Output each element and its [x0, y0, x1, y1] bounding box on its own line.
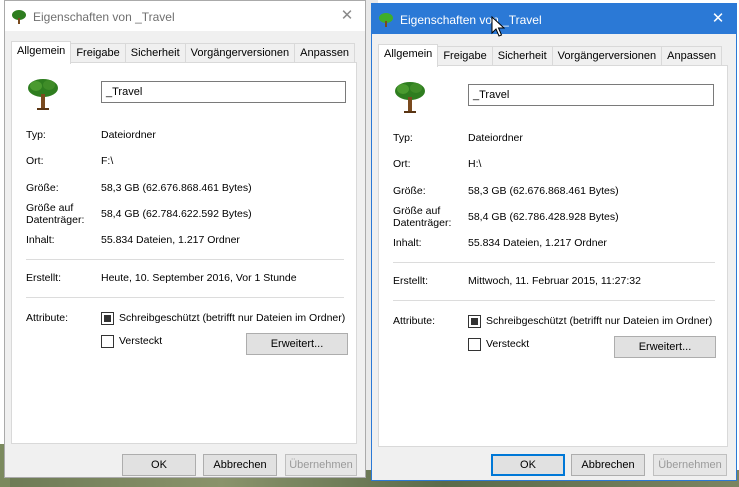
ok-button[interactable]: OK: [122, 454, 196, 476]
type-label: Typ:: [26, 129, 46, 141]
tree-folder-icon: [379, 13, 393, 27]
hidden-checkbox[interactable]: [101, 335, 114, 348]
cancel-button[interactable]: Abbrechen: [571, 454, 645, 476]
contents-label: Inhalt:: [393, 237, 422, 249]
type-value: Dateiordner: [101, 129, 156, 141]
folder-name-input[interactable]: _Travel: [468, 84, 714, 106]
tab-vorgaengerversionen[interactable]: Vorgängerversionen: [184, 43, 296, 63]
close-icon[interactable]: ✕: [337, 7, 357, 25]
tab-sicherheit[interactable]: Sicherheit: [491, 46, 553, 66]
size-label: Größe:: [26, 182, 59, 194]
readonly-checkbox[interactable]: [101, 312, 114, 325]
advanced-button[interactable]: Erweitert...: [614, 336, 716, 358]
tab-panel-allgemein: _Travel Typ: Dateiordner Ort: H:\ Größe:…: [378, 65, 728, 447]
tab-strip: Allgemein Freigabe Sicherheit Vorgängerv…: [378, 44, 723, 67]
readonly-checkbox[interactable]: [468, 315, 481, 328]
ok-button[interactable]: OK: [491, 454, 565, 476]
type-label: Typ:: [393, 132, 413, 144]
created-label: Erstellt:: [26, 272, 62, 284]
attributes-label: Attribute:: [393, 315, 436, 327]
created-label: Erstellt:: [393, 275, 429, 287]
hidden-label[interactable]: Versteckt: [119, 335, 162, 348]
window-title: Eigenschaften von _Travel: [33, 10, 175, 24]
tab-strip: Allgemein Freigabe Sicherheit Vorgängerv…: [11, 41, 356, 64]
tree-folder-icon: [12, 10, 26, 24]
size-on-disk-label-line2: Datenträger:: [393, 217, 452, 229]
tree-folder-icon: [28, 79, 58, 110]
location-label: Ort:: [26, 155, 44, 167]
size-on-disk-value: 58,4 GB (62.786.428.928 Bytes): [468, 211, 619, 223]
divider: [26, 259, 344, 260]
contents-label: Inhalt:: [26, 234, 55, 246]
tab-anpassen[interactable]: Anpassen: [661, 46, 723, 66]
attributes-label: Attribute:: [26, 312, 69, 324]
created-value: Heute, 10. September 2016, Vor 1 Stunde: [101, 272, 297, 284]
tab-allgemein[interactable]: Allgemein: [11, 41, 72, 64]
window-title: Eigenschaften von _Travel: [400, 13, 542, 27]
readonly-label[interactable]: Schreibgeschützt (betrifft nur Dateien i…: [486, 315, 712, 328]
apply-button[interactable]: Übernehmen: [653, 454, 727, 476]
size-value: 58,3 GB (62.676.868.461 Bytes): [468, 185, 619, 197]
size-label: Größe:: [393, 185, 426, 197]
cancel-button[interactable]: Abbrechen: [203, 454, 277, 476]
tree-folder-icon: [395, 82, 425, 113]
properties-dialog-active: Eigenschaften von _Travel ✕ Allgemein Fr…: [371, 3, 737, 481]
size-on-disk-value: 58,4 GB (62.784.622.592 Bytes): [101, 208, 252, 220]
location-value: H:\: [468, 158, 482, 170]
location-label: Ort:: [393, 158, 411, 170]
mouse-cursor-icon: [491, 16, 505, 37]
contents-value: 55.834 Dateien, 1.217 Ordner: [468, 237, 607, 249]
created-value: Mittwoch, 11. Februar 2015, 11:27:32: [468, 275, 641, 287]
apply-button[interactable]: Übernehmen: [285, 454, 357, 476]
tab-sicherheit[interactable]: Sicherheit: [124, 43, 186, 63]
tab-vorgaengerversionen[interactable]: Vorgängerversionen: [551, 46, 663, 66]
advanced-button[interactable]: Erweitert...: [246, 333, 348, 355]
hidden-label[interactable]: Versteckt: [486, 338, 529, 351]
tab-allgemein[interactable]: Allgemein: [378, 44, 439, 67]
tab-freigabe[interactable]: Freigabe: [437, 46, 493, 66]
tab-freigabe[interactable]: Freigabe: [70, 43, 126, 63]
tab-anpassen[interactable]: Anpassen: [294, 43, 356, 63]
close-icon[interactable]: ✕: [708, 10, 728, 28]
hidden-checkbox[interactable]: [468, 338, 481, 351]
type-value: Dateiordner: [468, 132, 523, 144]
title-bar[interactable]: Eigenschaften von _Travel ✕: [372, 4, 736, 34]
location-value: F:\: [101, 155, 114, 167]
size-on-disk-label-line2: Datenträger:: [26, 214, 85, 226]
divider: [393, 300, 715, 301]
title-bar[interactable]: Eigenschaften von _Travel ✕: [5, 1, 365, 31]
divider: [26, 297, 344, 298]
folder-name-input[interactable]: _Travel: [101, 81, 346, 103]
divider: [393, 262, 715, 263]
size-value: 58,3 GB (62.676.868.461 Bytes): [101, 182, 252, 194]
contents-value: 55.834 Dateien, 1.217 Ordner: [101, 234, 240, 246]
tab-panel-allgemein: _Travel Typ: Dateiordner Ort: F:\ Größe:…: [11, 62, 357, 444]
readonly-label[interactable]: Schreibgeschützt (betrifft nur Dateien i…: [119, 312, 345, 325]
properties-dialog-inactive: Eigenschaften von _Travel ✕ Allgemein Fr…: [4, 0, 366, 478]
